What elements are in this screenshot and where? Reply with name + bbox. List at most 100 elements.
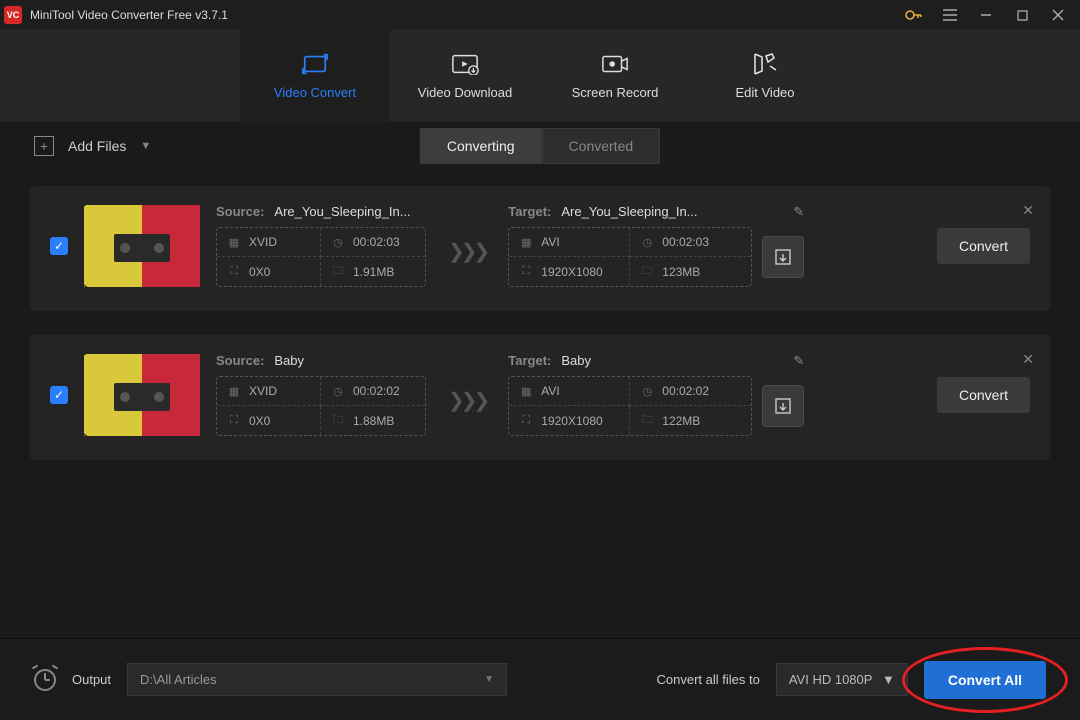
add-files-button[interactable]: + Add Files ▼ (34, 136, 151, 156)
source-codec: XVID (249, 235, 277, 249)
clock-icon: ◷ (640, 235, 654, 249)
tab-screen-record[interactable]: Screen Record (540, 30, 690, 122)
chevron-down-icon: ▼ (140, 140, 151, 152)
thumbnail[interactable] (84, 205, 200, 287)
checkbox[interactable]: ✓ (50, 386, 68, 404)
target-column: Target: Baby ✎ ▦ AVI ◷ 00:02:02 ⛶ 1920X1080… (508, 353, 804, 436)
filesize-icon: 🗀 (640, 414, 654, 428)
tab-label: Video Download (418, 85, 512, 100)
scheduler-icon[interactable] (34, 669, 56, 691)
convert-all-label: Convert all files to (657, 672, 760, 687)
resolution-icon: ⛶ (227, 414, 241, 428)
tab-video-download[interactable]: Video Download (390, 30, 540, 122)
tab-converting[interactable]: Converting (420, 128, 542, 164)
app-title: MiniTool Video Converter Free v3.7.1 (30, 8, 896, 22)
close-button[interactable] (1040, 0, 1076, 30)
convert-all-button[interactable]: Convert All (924, 661, 1046, 699)
target-label: Target: (508, 204, 551, 219)
app-logo: VC (4, 6, 22, 24)
bottom-bar: Output D:\All Articles ▼ Convert all fil… (0, 638, 1080, 720)
tab-converted[interactable]: Converted (542, 128, 661, 164)
menu-icon[interactable] (932, 0, 968, 30)
source-column: Source: Baby ▦ XVID ◷ 00:02:02 ⛶ 0X0 🗀 1.88M… (216, 353, 426, 436)
thumbnail[interactable] (84, 354, 200, 436)
preset-button[interactable] (762, 385, 804, 427)
toolbar: + Add Files ▼ Converting Converted (0, 122, 1080, 170)
tab-label: Video Convert (274, 85, 356, 100)
output-path-value: D:\All Articles (140, 672, 217, 687)
maximize-button[interactable] (1004, 0, 1040, 30)
target-resolution: 1920X1080 (541, 265, 602, 279)
edit-target-icon[interactable]: ✎ (793, 204, 804, 220)
arrow-icon: ❯❯❯ (448, 227, 486, 264)
source-filesize: 1.91MB (353, 265, 394, 279)
tab-label: Screen Record (572, 85, 659, 100)
source-filesize: 1.88MB (353, 414, 394, 428)
convert-icon (301, 53, 329, 75)
resolution-icon: ⛶ (227, 265, 241, 279)
target-filesize: 122MB (662, 414, 700, 428)
preset-value: AVI HD 1080P (789, 672, 873, 687)
target-duration: 00:02:03 (662, 235, 709, 249)
target-duration: 00:02:02 (662, 384, 709, 398)
convert-button[interactable]: Convert (937, 228, 1030, 264)
clock-icon: ◷ (331, 384, 345, 398)
clock-icon: ◷ (640, 384, 654, 398)
codec-icon: ▦ (519, 235, 533, 249)
output-label: Output (72, 672, 111, 687)
minimize-button[interactable] (968, 0, 1004, 30)
resolution-icon: ⛶ (519, 414, 533, 428)
target-column: Target: Are_You_Sleeping_In... ✎ ▦ AVI ◷ 0… (508, 204, 804, 287)
preset-dropdown[interactable]: AVI HD 1080P ▼ (776, 663, 908, 696)
codec-icon: ▦ (227, 384, 241, 398)
file-list: ✓ Source: Are_You_Sleeping_In... ▦ XVID ◷… (0, 170, 1080, 638)
codec-icon: ▦ (227, 235, 241, 249)
titlebar: VC MiniTool Video Converter Free v3.7.1 (0, 0, 1080, 30)
source-column: Source: Are_You_Sleeping_In... ▦ XVID ◷ 00… (216, 204, 426, 287)
source-codec: XVID (249, 384, 277, 398)
edit-target-icon[interactable]: ✎ (793, 353, 804, 369)
source-label: Source: (216, 204, 264, 219)
target-label: Target: (508, 353, 551, 368)
chevron-down-icon: ▼ (882, 672, 895, 687)
arrow-icon: ❯❯❯ (448, 376, 486, 413)
target-filename: Baby (561, 353, 591, 368)
filesize-icon: 🗀 (331, 265, 345, 279)
filesize-icon: 🗀 (640, 265, 654, 279)
target-codec: AVI (541, 235, 559, 249)
edit-icon (751, 53, 779, 75)
tab-video-convert[interactable]: Video Convert (240, 30, 390, 122)
source-resolution: 0X0 (249, 414, 270, 428)
tab-label: Edit Video (735, 85, 794, 100)
source-duration: 00:02:02 (353, 384, 400, 398)
codec-icon: ▦ (519, 384, 533, 398)
output-path-dropdown[interactable]: D:\All Articles ▼ (127, 663, 507, 696)
file-item: ✓ Source: Baby ▦ XVID ◷ 00:02:02 ⛶ 0X0 🗀 1.8… (30, 335, 1050, 460)
source-resolution: 0X0 (249, 265, 270, 279)
target-filesize: 123MB (662, 265, 700, 279)
plus-icon: + (34, 136, 54, 156)
resolution-icon: ⛶ (519, 265, 533, 279)
tab-edit-video[interactable]: Edit Video (690, 30, 840, 122)
chevron-down-icon: ▼ (484, 674, 494, 685)
clock-icon: ◷ (331, 235, 345, 249)
download-icon (451, 53, 479, 75)
source-filename: Baby (274, 353, 304, 368)
filesize-icon: 🗀 (331, 414, 345, 428)
add-files-label: Add Files (68, 138, 126, 154)
preset-button[interactable] (762, 236, 804, 278)
source-duration: 00:02:03 (353, 235, 400, 249)
source-filename: Are_You_Sleeping_In... (274, 204, 410, 219)
source-label: Source: (216, 353, 264, 368)
file-item: ✓ Source: Are_You_Sleeping_In... ▦ XVID ◷… (30, 186, 1050, 311)
main-tabs: Video Convert Video Download Screen Reco… (0, 30, 1080, 122)
upgrade-key-icon[interactable] (896, 0, 932, 30)
record-icon (601, 53, 629, 75)
checkbox[interactable]: ✓ (50, 237, 68, 255)
target-codec: AVI (541, 384, 559, 398)
target-resolution: 1920X1080 (541, 414, 602, 428)
convert-button[interactable]: Convert (937, 377, 1030, 413)
remove-item-icon[interactable]: ✕ (1022, 351, 1034, 368)
target-filename: Are_You_Sleeping_In... (561, 204, 697, 219)
remove-item-icon[interactable]: ✕ (1022, 202, 1034, 219)
